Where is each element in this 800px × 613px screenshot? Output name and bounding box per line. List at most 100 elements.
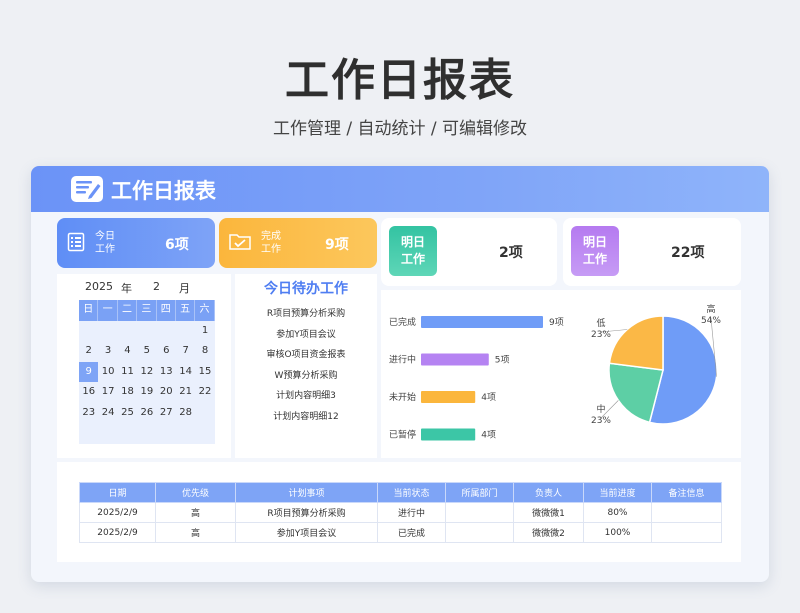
table-header-cell[interactable]: 所属部门 [445, 482, 514, 503]
calendar-day[interactable]: 8 [195, 341, 215, 362]
todo-item[interactable]: 参加Y项目会议 [235, 327, 377, 340]
tomorrow-b-line2: 工作 [582, 252, 607, 266]
today-label-line1: 今日 [95, 231, 115, 242]
table-header-cell[interactable]: 负责人 [513, 482, 584, 503]
pie-value-label: 23% [591, 330, 611, 340]
calendar-day[interactable]: 2 [79, 341, 99, 362]
calendar-weekday-row: 日一二三四五六 [79, 300, 215, 321]
done-work-label: 完成 工作 [261, 230, 281, 256]
calendar-day[interactable]: 13 [156, 361, 176, 382]
calendar-empty-cell [117, 320, 138, 341]
pie-slice [608, 315, 664, 371]
priority-pie-chart: 高54%中23%低23% [591, 303, 721, 426]
calendar-empty-cell [79, 320, 99, 341]
calendar-day[interactable]: 19 [137, 382, 157, 403]
calendar-day[interactable]: 27 [156, 402, 176, 423]
table-row[interactable]: 2025/2/9 高 R项目预算分析采购 进行中 微微微1 80% [79, 502, 722, 523]
list-icon [67, 232, 85, 252]
calendar-day[interactable]: 6 [156, 341, 176, 362]
calendar-grid: 日一二三四五六 1 2 3 4 5 6 7 8 9 10 11 12 13 14 15 16 17 18 19 20 21… [79, 300, 215, 444]
pie-category-label: 高 [706, 303, 715, 315]
calendar-empty-cell [137, 423, 157, 444]
today-label-line2: 工作 [95, 244, 115, 255]
calendar-empty-cell [156, 320, 176, 341]
table-cell[interactable]: 进行中 [377, 502, 446, 523]
calendar-week-row: 1 [79, 320, 215, 341]
table-header-cell[interactable]: 计划事项 [235, 482, 378, 503]
table-cell[interactable] [651, 502, 722, 523]
table-header-row: 日期 优先级 计划事项 当前状态 所属部门 负责人 当前进度 备注信息 [79, 482, 722, 503]
task-table-panel: 日期 优先级 计划事项 当前状态 所属部门 负责人 当前进度 备注信息 2025/2/9 高 R项… [57, 462, 741, 562]
calendar-day[interactable]: 10 [98, 361, 118, 382]
todo-item[interactable]: 计划内容明细3 [235, 388, 377, 401]
table-cell[interactable]: 100% [583, 522, 652, 543]
calendar-day[interactable]: 5 [137, 341, 157, 362]
calendar-week-row: 23 24 25 26 27 28 [79, 402, 215, 423]
calendar-day[interactable]: 22 [195, 382, 215, 403]
table-cell[interactable]: 80% [583, 502, 652, 523]
calendar-month[interactable]: 2 [153, 280, 160, 293]
calendar-day[interactable]: 17 [98, 382, 118, 403]
table-row[interactable]: 2025/2/9 高参加Y项目会议 已完成 微微微2 100% [79, 522, 722, 543]
calendar-empty-cell [117, 423, 138, 444]
table-cell[interactable]: 参加Y项目会议 [235, 522, 378, 543]
done-label-line2: 工作 [261, 244, 281, 255]
calendar-day[interactable]: 14 [175, 361, 196, 382]
report-header-title: 工作日报表 [111, 179, 216, 203]
todo-item[interactable]: 计划内容明细12 [235, 409, 377, 422]
calendar-day[interactable]: 11 [117, 361, 138, 382]
calendar-day[interactable]: 20 [156, 382, 176, 403]
calendar-day[interactable]: 4 [117, 341, 138, 362]
tomorrow-a-value: 2项 [499, 245, 523, 261]
calendar-day[interactable]: 1 [195, 320, 215, 341]
table-cell[interactable]: 微微微2 [513, 522, 584, 543]
status-bar [421, 316, 543, 328]
calendar-day[interactable]: 21 [175, 382, 196, 403]
calendar-day[interactable]: 24 [98, 402, 118, 423]
calendar-day[interactable]: 15 [195, 361, 215, 382]
table-header-cell[interactable]: 备注信息 [651, 482, 722, 503]
tomorrow-a-line2: 工作 [400, 252, 425, 266]
table-header-cell[interactable]: 日期 [79, 482, 156, 503]
page-title: 工作日报表 [285, 55, 515, 106]
table-cell[interactable]: 高 [155, 522, 236, 543]
todo-item[interactable]: 审核O项目资金报表 [235, 347, 377, 360]
table-cell[interactable] [445, 522, 514, 543]
table-cell[interactable]: 微微微1 [513, 502, 584, 523]
tomorrow-work-card-b: 明日 工作 22项 [563, 218, 741, 286]
table-cell[interactable]: 2025/2/9 [79, 522, 156, 543]
calendar-year[interactable]: 2025 [85, 280, 113, 293]
table-header-cell[interactable]: 当前进度 [583, 482, 652, 503]
table-cell[interactable]: 已完成 [377, 522, 446, 543]
table-header-cell[interactable]: 当前状态 [377, 482, 446, 503]
table-cell[interactable]: R项目预算分析采购 [235, 502, 378, 523]
calendar-day[interactable]: 25 [117, 402, 138, 423]
calendar-day[interactable]: 9 [79, 361, 99, 382]
calendar-day[interactable]: 16 [79, 382, 99, 403]
bar-value-label: 4项 [481, 392, 496, 403]
report-document-icon [71, 176, 103, 202]
done-work-value: 9项 [325, 237, 349, 253]
calendar-empty-cell [98, 423, 118, 444]
bar-value-label: 4项 [481, 430, 496, 441]
calendar-day[interactable]: 23 [79, 402, 99, 423]
todo-item[interactable]: R项目预算分析采购 [235, 306, 377, 319]
todo-item[interactable]: W预算分析采购 [235, 368, 377, 381]
table-cell[interactable]: 2025/2/9 [79, 502, 156, 523]
calendar-empty-cell [79, 423, 99, 444]
table-cell[interactable] [445, 502, 514, 523]
done-work-card: 完成 工作 9项 [219, 218, 377, 268]
calendar-day[interactable]: 18 [117, 382, 138, 403]
calendar-day[interactable]: 12 [137, 361, 157, 382]
calendar-day[interactable]: 7 [175, 341, 196, 362]
table-cell[interactable]: 高 [155, 502, 236, 523]
table-header-cell[interactable]: 优先级 [155, 482, 236, 503]
calendar-day[interactable]: 3 [98, 341, 118, 362]
status-bar-chart: 已完成 9项进行中 5项未开始 4项已暂停 4项 [389, 316, 564, 441]
report-sheet: 工作日报表 今日 工作 6项 完成 工作 9项 明日 工作 2项 明日 工作 2… [31, 166, 769, 582]
calendar-day[interactable]: 28 [175, 402, 196, 423]
table-cell[interactable] [651, 522, 722, 543]
tomorrow-a-line1: 明日 [400, 235, 425, 249]
calendar-day[interactable]: 26 [137, 402, 157, 423]
calendar-week-row: 2345678 [79, 341, 215, 362]
